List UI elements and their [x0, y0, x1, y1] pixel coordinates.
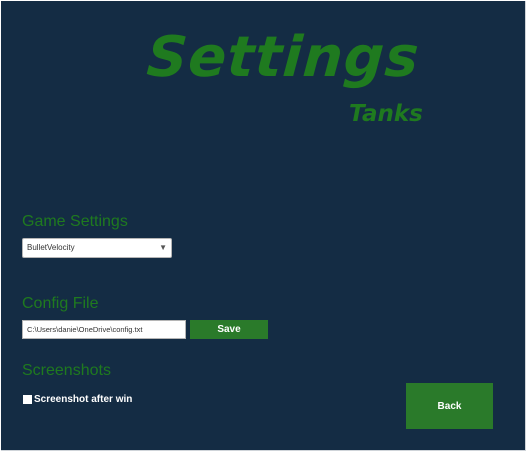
settings-logo-title: Settings [144, 25, 422, 90]
settings-window: Settings Tanks Game Settings BulletVeloc… [1, 1, 526, 451]
screenshot-after-win-checkbox[interactable] [23, 395, 32, 404]
game-settings-select-value: BulletVelocity [27, 243, 75, 252]
game-settings-select[interactable]: BulletVelocity ▼ [22, 238, 172, 258]
tanks-logo-subtitle: Tanks [349, 101, 423, 127]
screenshots-heading: Screenshots [22, 362, 111, 379]
save-button[interactable]: Save [190, 320, 268, 339]
game-settings-heading: Game Settings [22, 213, 128, 230]
config-path-input[interactable]: C:\Users\danie\OneDrive\config.txt [22, 320, 186, 339]
chevron-down-icon: ▼ [159, 243, 167, 252]
screenshot-after-win-option[interactable]: Screenshot after win [23, 394, 132, 405]
screenshot-after-win-label: Screenshot after win [34, 394, 133, 405]
back-button[interactable]: Back [406, 383, 493, 429]
config-file-heading: Config File [22, 295, 99, 312]
